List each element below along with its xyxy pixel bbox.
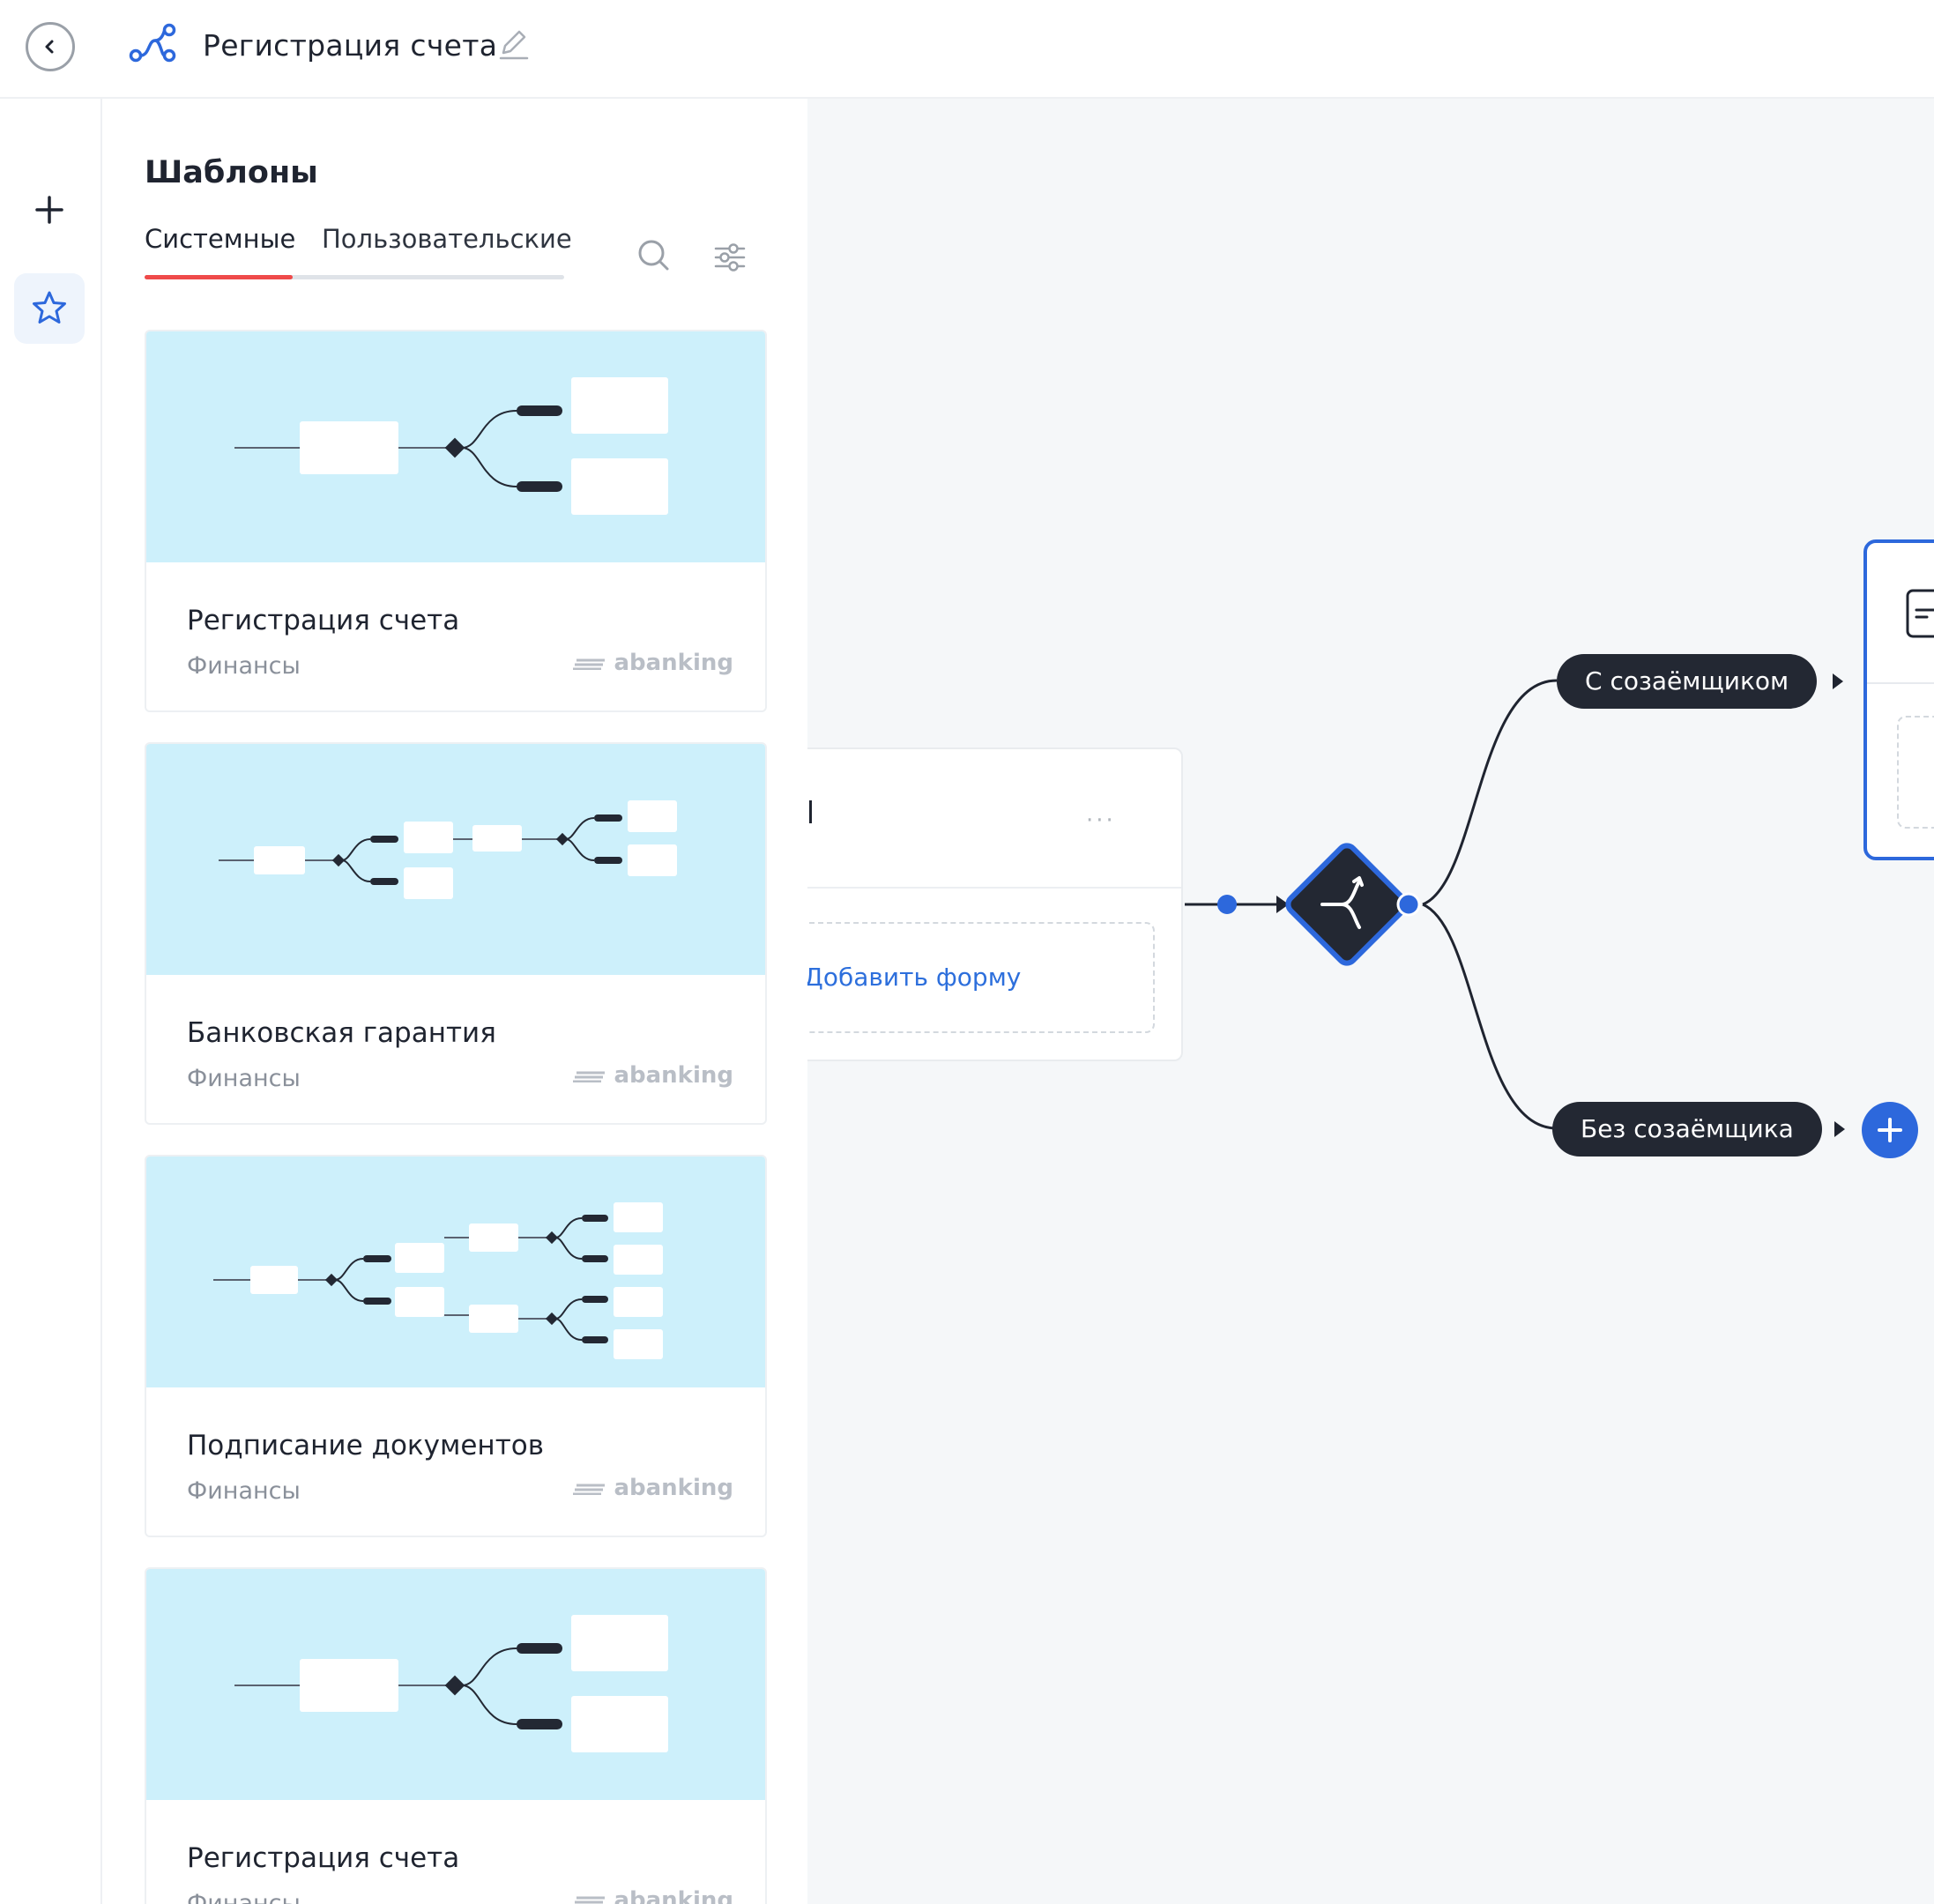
template-category: Финансы	[187, 652, 301, 680]
brand-mark-icon	[573, 658, 606, 670]
plus-icon	[1878, 1118, 1902, 1142]
template-category: Финансы	[187, 1890, 301, 1904]
form-node[interactable]	[1863, 539, 1934, 860]
process-canvas[interactable]: ··· Добавить форму С созаёмщиком Без соз…	[807, 99, 1934, 1904]
left-rail	[0, 99, 102, 1904]
template-card[interactable]: Подписание документов Финансы abanking	[145, 1155, 767, 1537]
branch-label-without-coborrower[interactable]: Без созаёмщика	[1552, 1102, 1822, 1157]
branch-label-with-coborrower[interactable]: С созаёмщиком	[1557, 654, 1818, 709]
branch-arrow-icon	[1834, 1121, 1845, 1137]
flow-preview-image	[213, 1202, 663, 1359]
branch-curve	[1422, 679, 1558, 906]
tab-active-indicator	[145, 275, 293, 279]
template-preview	[146, 744, 765, 975]
brand-name: abanking	[614, 650, 733, 676]
back-button[interactable]	[26, 22, 75, 71]
panel-title: Шаблоны	[145, 155, 318, 190]
brand-mark-icon	[573, 1071, 606, 1082]
branch-arrow-icon	[1833, 673, 1843, 689]
template-name: Регистрация счета	[187, 1842, 460, 1874]
process-title: Регистрация счета	[203, 28, 498, 63]
brand-logo: abanking	[573, 1475, 733, 1501]
tab-system[interactable]: Системные	[145, 224, 295, 254]
template-card[interactable]: Банковская гарантия Финансы abanking	[145, 742, 767, 1125]
plus-icon[interactable]	[30, 190, 69, 229]
brand-name: abanking	[614, 1062, 733, 1089]
template-card[interactable]: Регистрация счета Финансы abanking	[145, 1567, 767, 1904]
brand-logo: abanking	[573, 650, 733, 676]
template-name: Регистрация счета	[187, 605, 460, 636]
template-name: Подписание документов	[187, 1430, 544, 1461]
brand-name: abanking	[614, 1475, 733, 1501]
brand-logo: abanking	[573, 1062, 733, 1089]
template-preview	[146, 331, 765, 562]
connection-lines	[1185, 679, 1558, 1130]
template-category: Финансы	[187, 1477, 301, 1505]
template-category: Финансы	[187, 1065, 301, 1092]
connector-port	[1217, 895, 1237, 914]
gateway-port	[1396, 892, 1421, 917]
top-bar: Регистрация счета	[0, 0, 1934, 99]
flow-preview-image	[234, 377, 668, 515]
flow-preview-image	[219, 800, 677, 899]
flow-preview-image	[234, 1615, 668, 1752]
template-preview	[146, 1157, 765, 1387]
node-divider	[1867, 682, 1934, 684]
brand-mark-icon	[573, 1484, 606, 1495]
pencil-icon[interactable]	[498, 26, 530, 62]
favorites-button[interactable]	[14, 273, 85, 344]
branch-curve	[1422, 903, 1558, 1130]
add-form-button[interactable]	[1897, 716, 1934, 829]
star-icon	[33, 291, 66, 324]
chevron-left-icon	[45, 40, 54, 54]
flow-icon	[129, 23, 176, 63]
template-preview	[146, 1569, 765, 1800]
add-step-button[interactable]	[1862, 1102, 1918, 1158]
brand-name: abanking	[614, 1887, 733, 1904]
tab-user[interactable]: Пользовательские	[322, 224, 572, 254]
document-icon	[1906, 589, 1934, 638]
templates-panel: Шаблоны Системные Пользовательские Регис…	[104, 99, 807, 1904]
brand-mark-icon	[575, 1896, 606, 1903]
sliders-icon[interactable]	[714, 242, 746, 273]
brand-logo: abanking	[573, 1887, 733, 1904]
template-card[interactable]: Регистрация счета Финансы abanking	[145, 330, 767, 712]
search-icon[interactable]	[636, 238, 672, 273]
template-name: Банковская гарантия	[187, 1017, 496, 1049]
